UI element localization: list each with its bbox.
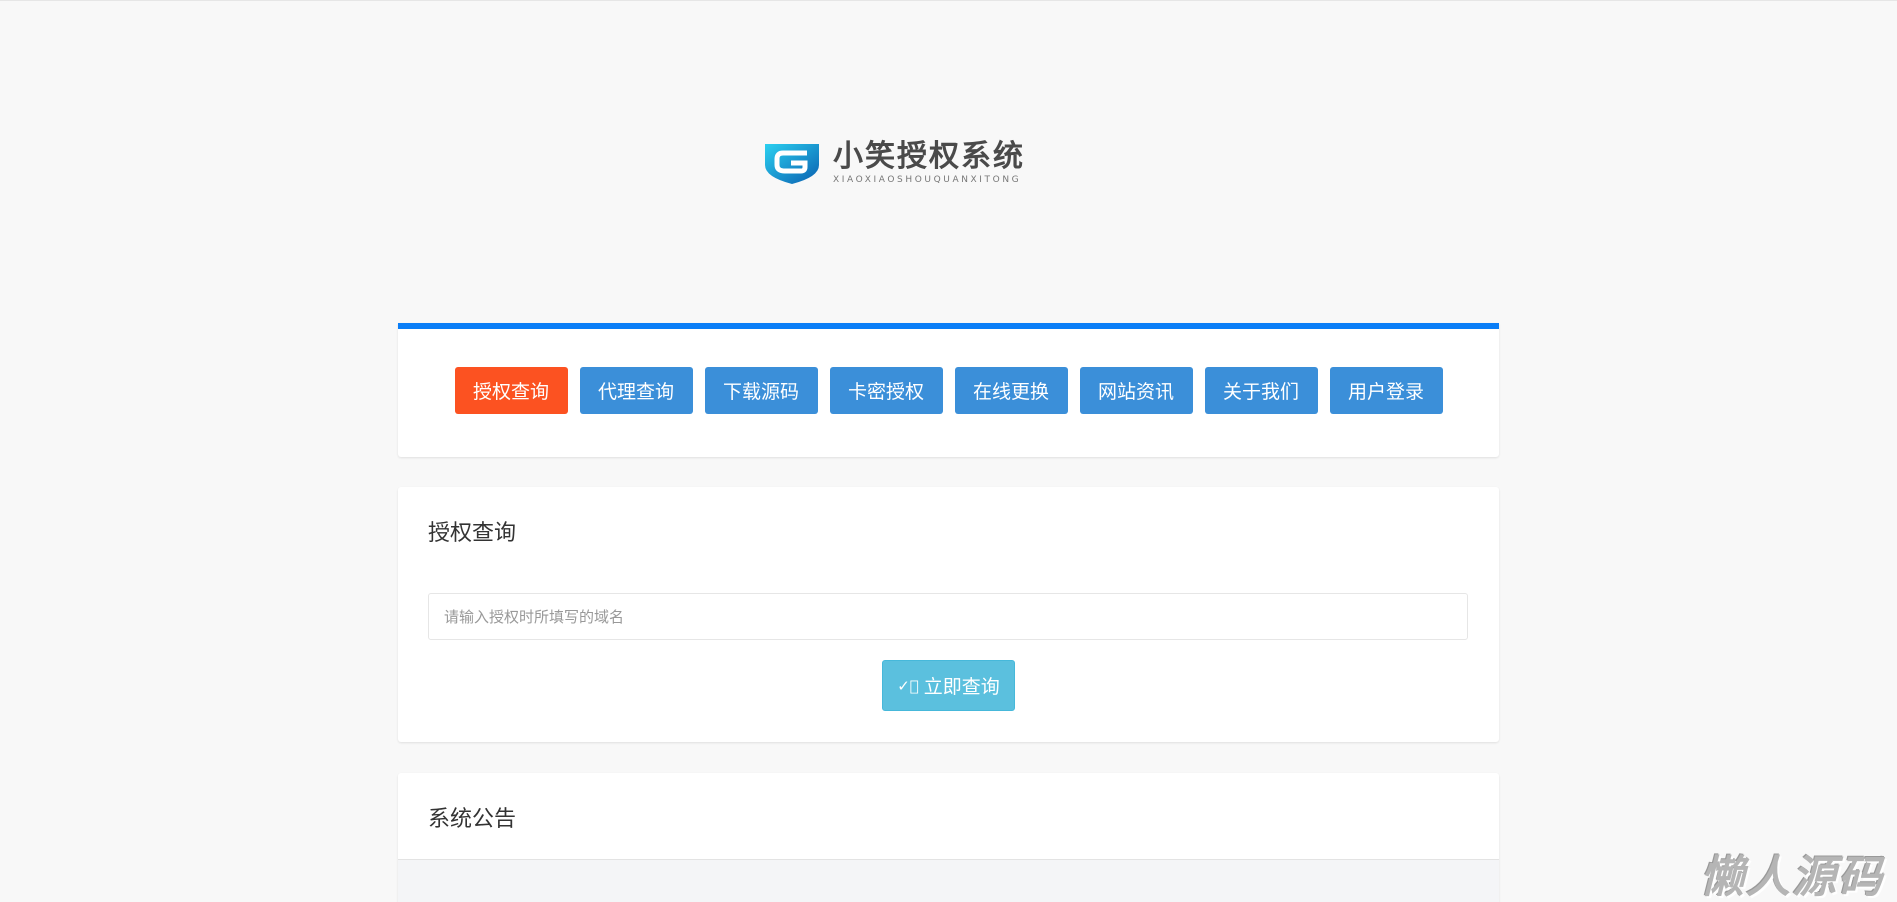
nav-user-login[interactable]: 用户登录 bbox=[1329, 366, 1443, 414]
query-card: 授权查询 ✓⃝ 立即查询 bbox=[398, 487, 1499, 742]
nav-online-change[interactable]: 在线更换 bbox=[954, 366, 1068, 414]
notice-title: 系统公告 bbox=[428, 807, 517, 832]
logo-title: 小笑授权系统 bbox=[833, 139, 1025, 174]
check-circle-icon: ✓⃝ bbox=[897, 676, 919, 695]
nav-download-source[interactable]: 下载源码 bbox=[704, 366, 818, 414]
nav-license-query[interactable]: 授权查询 bbox=[454, 366, 568, 414]
logo-subtitle: XIAOXIAOSHOUQUANXITONG bbox=[833, 175, 1022, 185]
notice-card: 系统公告 bbox=[398, 773, 1499, 902]
watermark: 懒人源码 bbox=[1700, 852, 1884, 902]
query-button-label: 立即查询 bbox=[923, 676, 1000, 698]
query-button[interactable]: ✓⃝ 立即查询 bbox=[882, 660, 1015, 711]
shield-logo-icon bbox=[765, 144, 819, 184]
query-title: 授权查询 bbox=[428, 521, 517, 546]
nav-about-us[interactable]: 关于我们 bbox=[1204, 366, 1318, 414]
nav-card: 授权查询 代理查询 下载源码 卡密授权 在线更换 网站资讯 关于我们 用户登录 bbox=[398, 323, 1499, 457]
notice-body bbox=[398, 859, 1499, 902]
domain-input[interactable] bbox=[428, 593, 1468, 640]
nav-agent-query[interactable]: 代理查询 bbox=[579, 366, 693, 414]
logo: 小笑授权系统 XIAOXIAOSHOUQUANXITONG bbox=[763, 141, 1025, 185]
nav-site-news[interactable]: 网站资讯 bbox=[1079, 366, 1193, 414]
nav-card-license[interactable]: 卡密授权 bbox=[829, 366, 943, 414]
